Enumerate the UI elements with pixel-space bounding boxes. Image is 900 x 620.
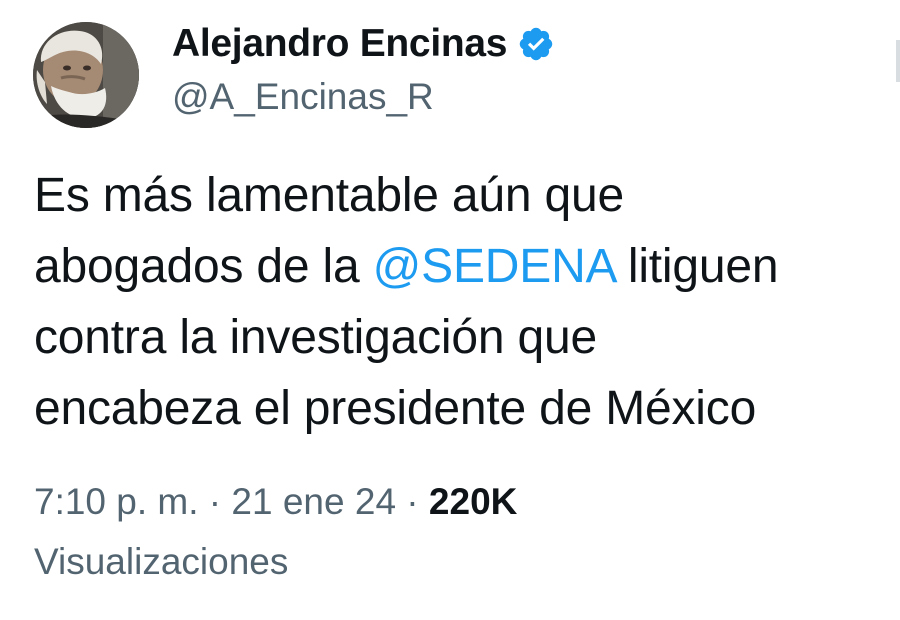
verified-badge-icon[interactable] (517, 25, 555, 63)
avatar-photo (33, 22, 139, 128)
tweet-text-line: encabeza el presidente de México (34, 382, 757, 435)
mention-link-sedena[interactable]: @SEDENA (373, 240, 615, 293)
tweet-text-line: abogados de la @SEDENA litiguen (34, 231, 896, 302)
tweet-text-segment: abogados de la (34, 240, 373, 293)
meta-separator: · (396, 481, 429, 522)
more-options-edge[interactable] (896, 40, 900, 82)
tweet-card: Alejandro Encinas @A_Encinas_R Es más la… (0, 0, 900, 620)
tweet-text-segment: litiguen (614, 240, 779, 293)
tweet-text-line: Es más lamentable aún que (34, 169, 625, 222)
tweet-text-line: contra la investigación que (34, 311, 597, 364)
views-count[interactable]: 220K (429, 481, 517, 522)
tweet-time[interactable]: 7:10 p. m. (34, 481, 199, 522)
tweet-metadata: 7:10 p. m. · 21 ene 24 · 220K Visualizac… (34, 472, 894, 592)
author-display-name[interactable]: Alejandro Encinas (172, 22, 507, 66)
tweet-text: Es más lamentable aún que abogados de la… (34, 160, 896, 444)
views-label[interactable]: Visualizaciones (34, 532, 894, 592)
timestamp-row: 7:10 p. m. · 21 ene 24 · 220K (34, 472, 894, 532)
tweet-date[interactable]: 21 ene 24 (231, 481, 396, 522)
author-avatar[interactable] (33, 22, 139, 128)
author-name-row: Alejandro Encinas (172, 20, 555, 68)
author-handle[interactable]: @A_Encinas_R (172, 76, 434, 118)
meta-separator: · (198, 481, 232, 522)
